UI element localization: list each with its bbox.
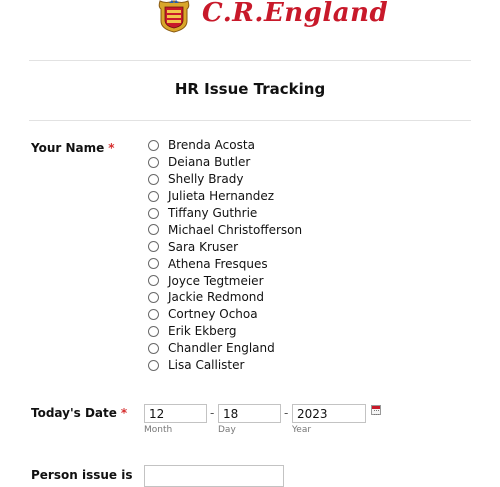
radio-button[interactable] bbox=[148, 325, 159, 337]
radio-option-label: Chandler England bbox=[168, 341, 275, 356]
radio-button[interactable] bbox=[148, 139, 159, 151]
radio-button[interactable] bbox=[148, 173, 159, 185]
month-input[interactable] bbox=[144, 404, 207, 423]
company-logo: C.R.England bbox=[158, 0, 388, 36]
radio-button[interactable] bbox=[148, 241, 159, 253]
radio-option-label: Tiffany Guthrie bbox=[168, 206, 258, 220]
day-sublabel: Day bbox=[218, 425, 236, 435]
year-sublabel: Year bbox=[292, 425, 312, 435]
logo-text: C.R.England bbox=[202, 0, 389, 28]
form-title: HR Issue Tracking bbox=[174, 80, 326, 98]
radio-option-label: Joyce Tegtmeier bbox=[168, 273, 264, 288]
radio-option[interactable]: Jackie Redmond bbox=[148, 289, 302, 306]
radio-option[interactable]: Sara Kruser bbox=[148, 238, 302, 255]
radio-button[interactable] bbox=[148, 207, 159, 219]
date-separator: - bbox=[210, 406, 215, 420]
radio-option-label: Athena Fresques bbox=[168, 256, 268, 271]
radio-option[interactable]: Athena Fresques bbox=[148, 255, 302, 272]
your-name-label-text: Your Name bbox=[31, 141, 105, 155]
radio-option[interactable]: Brenda Acosta bbox=[148, 137, 302, 154]
radio-option[interactable]: Chandler England bbox=[148, 340, 302, 357]
radio-button[interactable] bbox=[148, 190, 159, 202]
radio-option-label: Brenda Acosta bbox=[168, 138, 255, 153]
calendar-icon[interactable] bbox=[371, 405, 381, 415]
radio-option[interactable]: Erik Ekberg bbox=[148, 323, 302, 340]
radio-option-label: Michael Christofferson bbox=[168, 222, 303, 237]
todays-date-label-text: Today's Date bbox=[31, 406, 117, 420]
radio-button[interactable] bbox=[148, 291, 159, 303]
radio-option[interactable]: Lisa Callister bbox=[148, 357, 302, 374]
radio-option[interactable]: Julieta Hernandez bbox=[148, 188, 302, 205]
required-mark: * bbox=[120, 406, 128, 420]
radio-option[interactable]: Shelly Brady bbox=[148, 171, 302, 188]
header-divider bbox=[29, 60, 471, 61]
radio-option-label: Julieta Hernandez bbox=[168, 189, 275, 204]
your-name-label: Your Name * bbox=[31, 140, 115, 156]
todays-date-label: Today's Date * bbox=[31, 405, 127, 421]
radio-button[interactable] bbox=[148, 308, 159, 320]
heraldic-shield-icon bbox=[158, 0, 190, 33]
radio-option-label: Deiana Butler bbox=[168, 155, 251, 170]
month-sublabel: Month bbox=[144, 425, 173, 435]
radio-option-label: Erik Ekberg bbox=[168, 324, 237, 339]
required-mark: * bbox=[108, 141, 115, 155]
radio-option[interactable]: Deiana Butler bbox=[148, 154, 302, 171]
radio-option-label: Lisa Callister bbox=[168, 358, 245, 373]
year-input[interactable] bbox=[292, 404, 366, 423]
radio-option-label: Sara Kruser bbox=[168, 239, 239, 254]
radio-button[interactable] bbox=[148, 224, 159, 236]
radio-option-label: Jackie Redmond bbox=[168, 290, 265, 305]
radio-option[interactable]: Michael Christofferson bbox=[148, 221, 302, 238]
radio-button[interactable] bbox=[148, 359, 159, 371]
radio-button[interactable] bbox=[148, 275, 159, 287]
person-issue-label: Person issue is bbox=[31, 468, 133, 482]
radio-button[interactable] bbox=[148, 342, 159, 354]
name-radio-group: Brenda Acosta Deiana Butler Shelly Brady… bbox=[148, 137, 302, 373]
title-divider bbox=[29, 120, 471, 121]
date-separator: - bbox=[284, 406, 289, 420]
radio-button[interactable] bbox=[148, 156, 159, 168]
radio-option[interactable]: Cortney Ochoa bbox=[148, 306, 302, 323]
radio-option[interactable]: Joyce Tegtmeier bbox=[148, 272, 302, 289]
radio-option-label: Cortney Ochoa bbox=[168, 307, 258, 322]
radio-button[interactable] bbox=[148, 258, 159, 270]
day-input[interactable] bbox=[218, 404, 281, 423]
radio-option[interactable]: Tiffany Guthrie bbox=[148, 205, 302, 222]
radio-option-label: Shelly Brady bbox=[168, 172, 244, 187]
